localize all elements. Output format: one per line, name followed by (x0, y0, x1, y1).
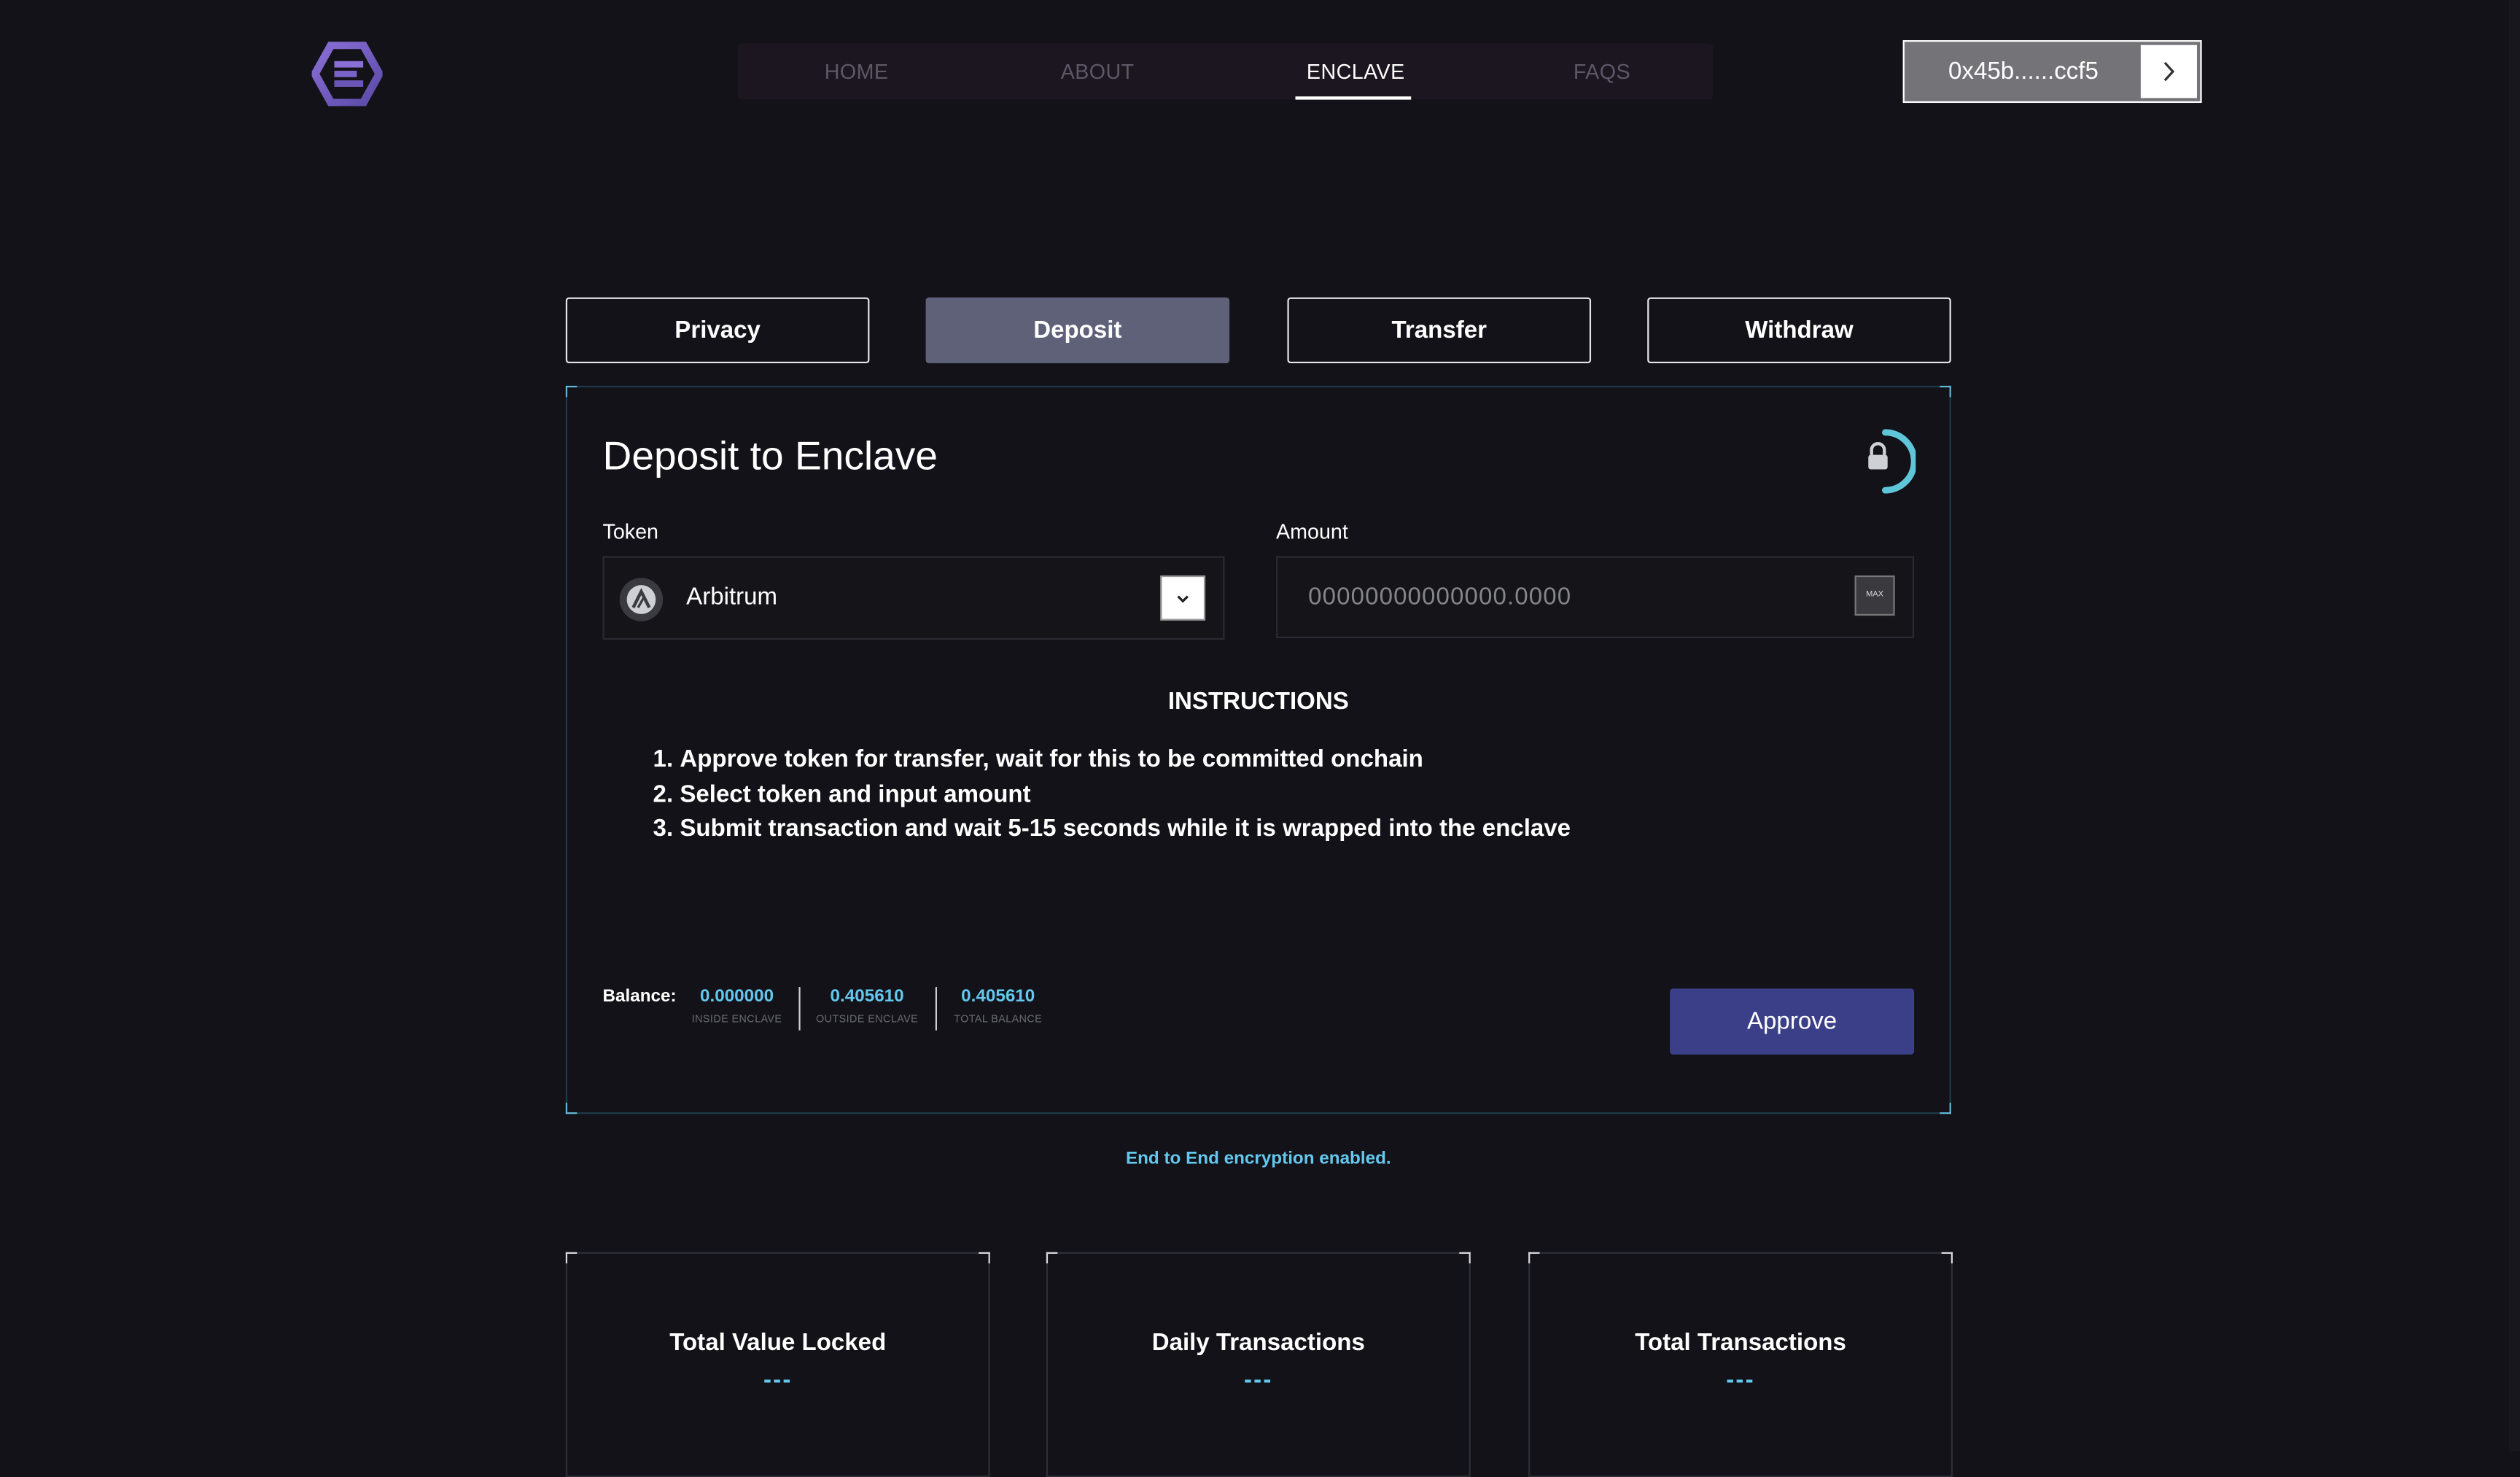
nav-faqs[interactable]: FAQS (1574, 44, 1630, 100)
balance-inside-value: 0.000000 (699, 987, 774, 1007)
stat-title: Daily Transactions (1151, 1329, 1365, 1357)
nav-about[interactable]: ABOUT (1061, 44, 1135, 100)
wallet-address: 0x45b......ccf5 (1948, 58, 2099, 85)
balance-outside-caption: OUTSIDE ENCLAVE (816, 1014, 919, 1026)
token-dropdown-button[interactable] (1160, 575, 1206, 621)
max-button[interactable]: MAX (1854, 575, 1895, 616)
stat-card-tvl: Total Value Locked --- (565, 1252, 990, 1477)
tab-withdraw[interactable]: Withdraw (1647, 297, 1951, 364)
token-select[interactable]: Arbitrum (602, 556, 1225, 640)
balance-outside-value: 0.405610 (830, 987, 904, 1007)
top-nav: HOME ABOUT ENCLAVE FAQS (737, 43, 1714, 100)
stat-title: Total Transactions (1635, 1329, 1846, 1357)
tab-transfer[interactable]: Transfer (1287, 297, 1592, 364)
balance-total-value: 0.405610 (961, 987, 1035, 1007)
amount-field: MAX (1276, 556, 1915, 638)
nav-active-underline (1295, 96, 1412, 100)
chevron-right-icon (2163, 61, 2175, 82)
instructions-title: INSTRUCTIONS (1167, 688, 1349, 716)
arbitrum-token-icon (619, 578, 664, 621)
stat-value: --- (763, 1366, 793, 1394)
stat-card-daily-transactions: Daily Transactions --- (1046, 1252, 1471, 1477)
stat-title: Total Value Locked (669, 1329, 887, 1357)
balance-divider (935, 987, 937, 1031)
chevron-down-icon (1177, 595, 1189, 603)
token-name: Arbitrum (686, 583, 778, 611)
amount-label: Amount (1276, 519, 1348, 543)
wallet-button[interactable]: 0x45b......ccf5 (1902, 40, 2202, 104)
encryption-note: End to End encryption enabled. (1125, 1149, 1391, 1169)
balance-inside-caption: INSIDE ENCLAVE (691, 1014, 782, 1026)
instruction-step: Select token and input amount (680, 778, 1571, 813)
instruction-step: Approve token for transfer, wait for thi… (680, 743, 1571, 778)
balance-total-caption: TOTAL BALANCE (954, 1014, 1043, 1026)
instructions-list: Approve token for transfer, wait for thi… (603, 743, 1571, 847)
enclave-logo-icon[interactable] (311, 42, 383, 106)
stat-card-total-transactions: Total Transactions --- (1528, 1252, 1953, 1477)
lock-icon (1868, 429, 1916, 494)
balance-divider (798, 987, 801, 1031)
instruction-step: Submit transaction and wait 5-15 seconds… (680, 813, 1571, 848)
panel-title: Deposit to Enclave (602, 434, 938, 479)
nav-home[interactable]: HOME (825, 44, 889, 100)
nav-enclave[interactable]: ENCLAVE (1307, 44, 1405, 100)
token-label: Token (602, 519, 659, 543)
stat-value: --- (1726, 1366, 1755, 1394)
wallet-arrow-button[interactable] (2140, 44, 2198, 98)
stat-value: --- (1243, 1366, 1273, 1394)
approve-button[interactable]: Approve (1670, 988, 1915, 1055)
amount-input[interactable] (1308, 557, 1839, 637)
tab-privacy[interactable]: Privacy (565, 297, 870, 364)
scrollbar[interactable] (2508, 0, 2520, 1452)
tab-deposit[interactable]: Deposit (925, 297, 1230, 364)
balance-label: Balance: (602, 987, 677, 1007)
